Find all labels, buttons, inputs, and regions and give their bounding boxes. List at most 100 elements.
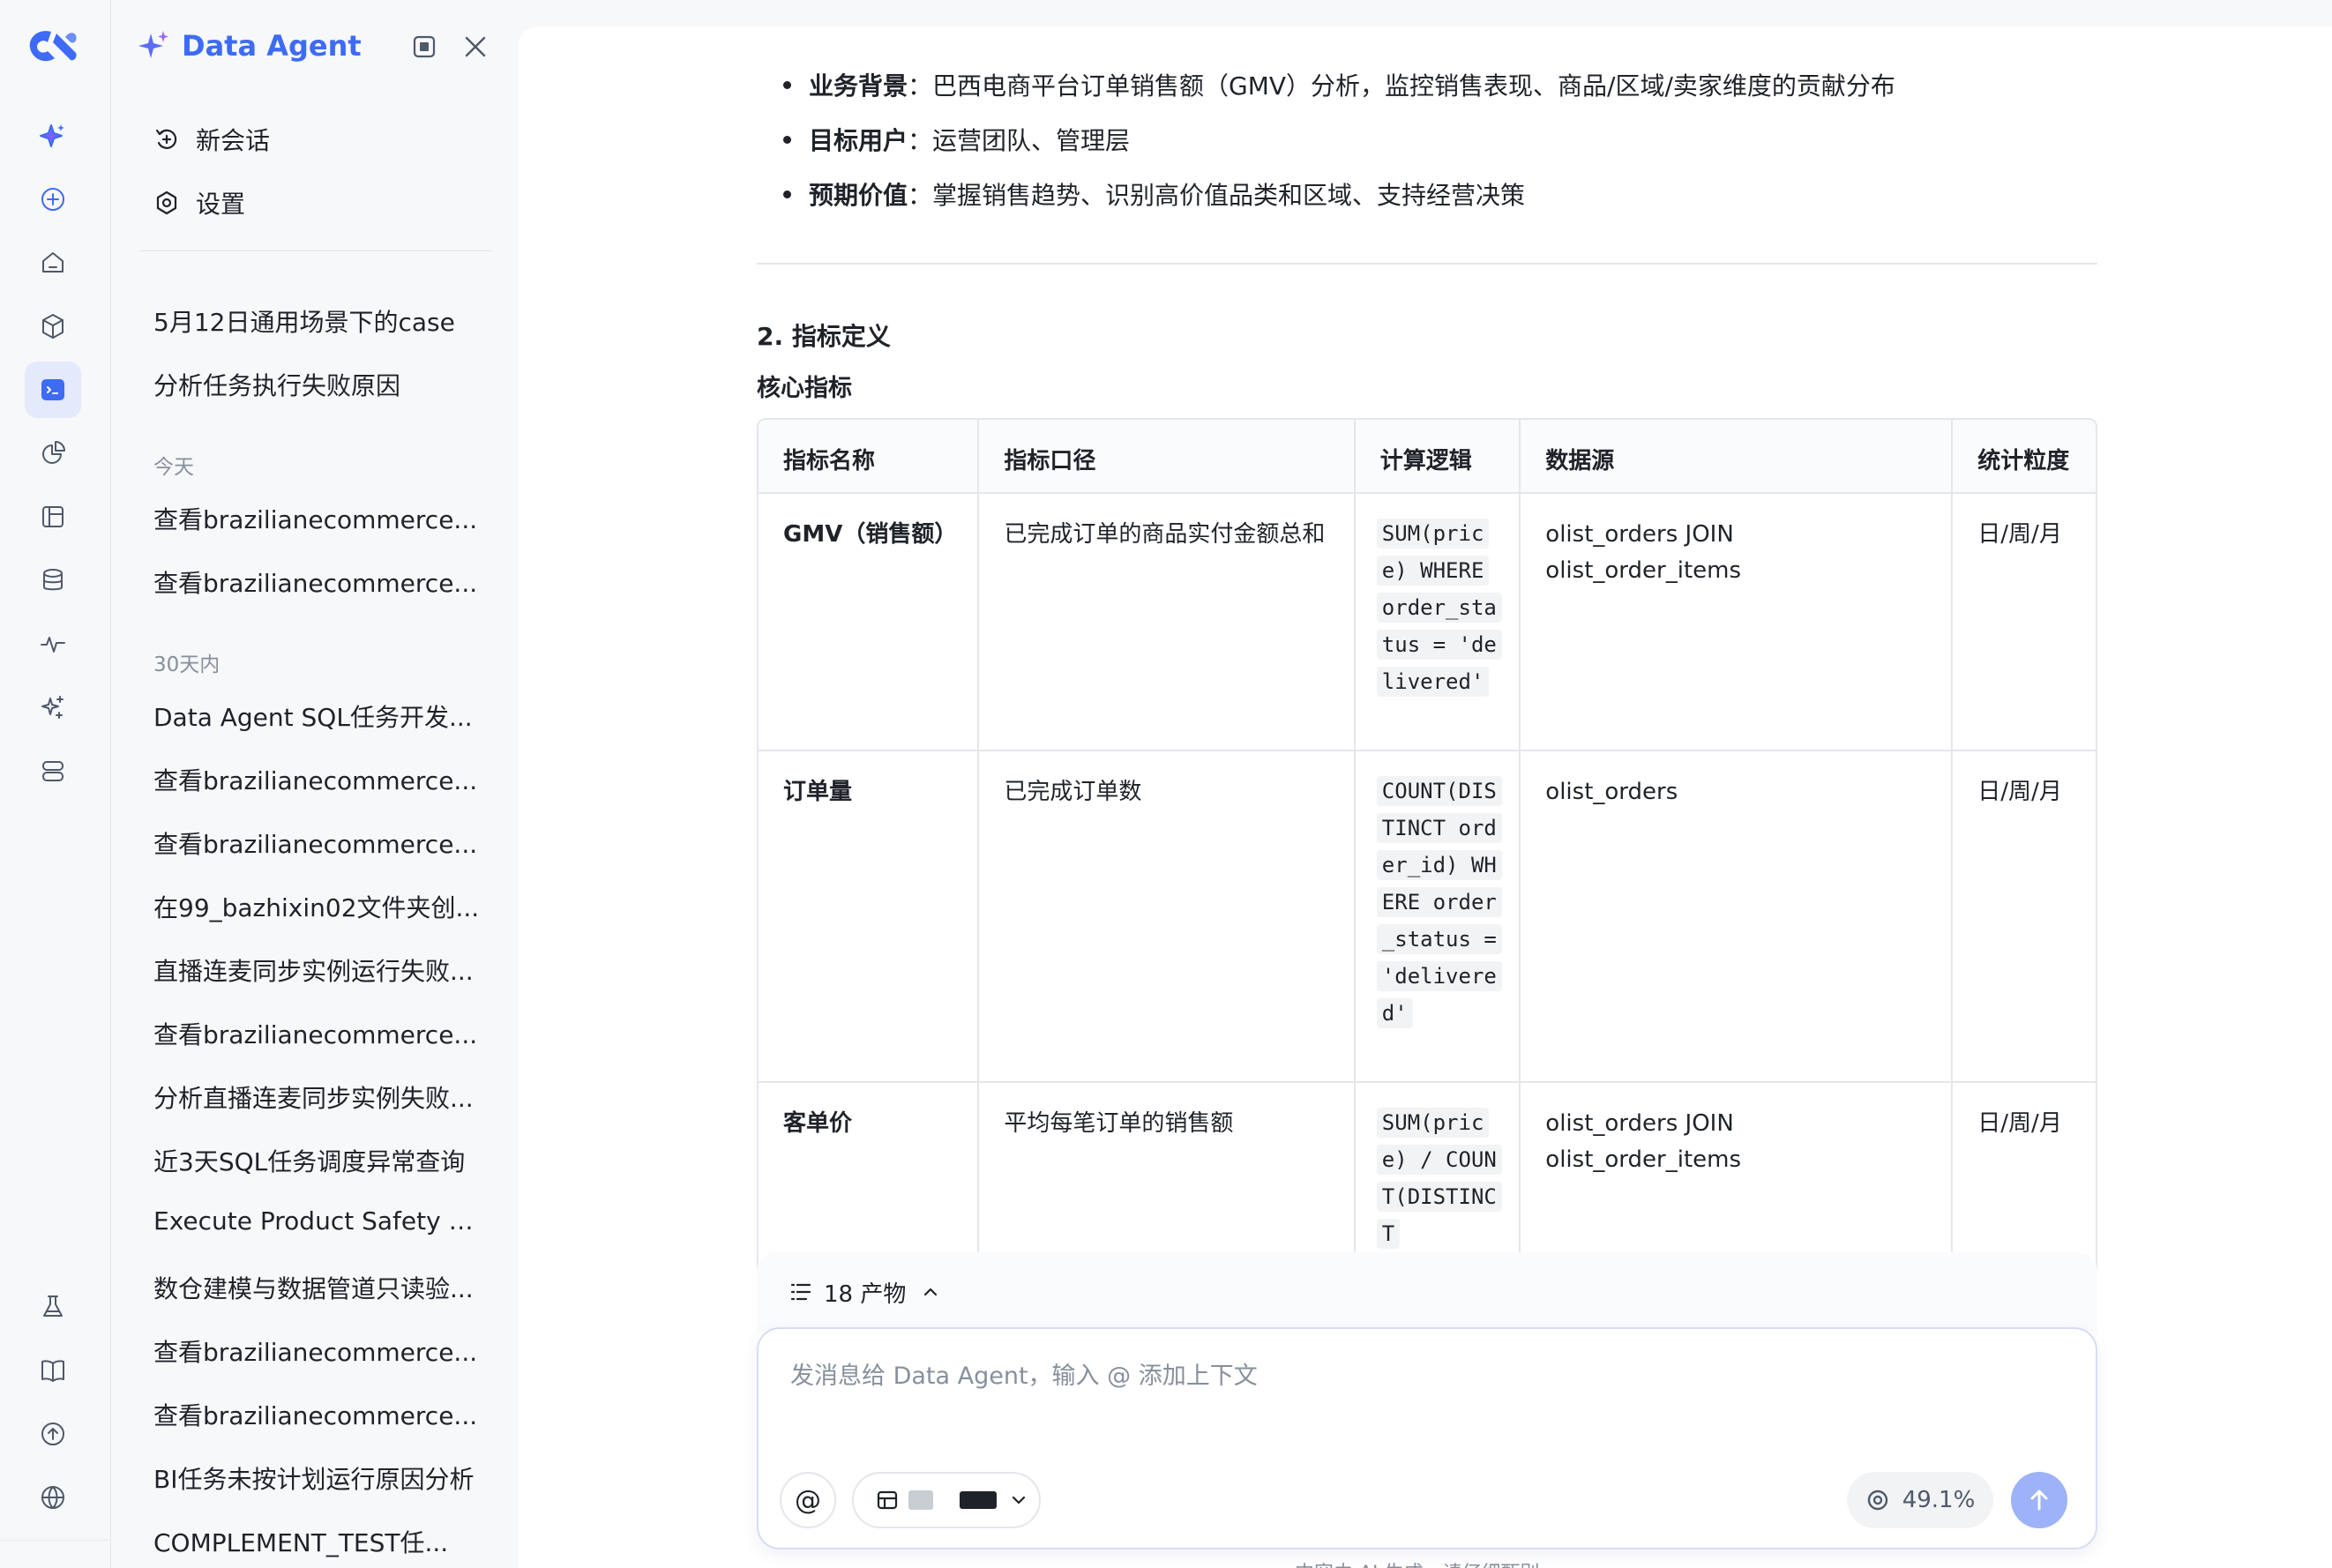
subsection-title: 核心指标 (757, 375, 852, 402)
icon-rail (0, 0, 111, 1568)
history-group-label: 今天 (153, 456, 194, 479)
metric-name: 订单量 (759, 751, 980, 1083)
metric-logic-cell: COUNT(DISTINCT order_id) WHERE order_sta… (1355, 751, 1521, 1083)
book-open-icon[interactable] (25, 489, 81, 545)
table-row: 订单量 已完成订单数 COUNT(DISTINCT order_id) WHER… (759, 751, 2096, 1083)
magic-sparkle-icon[interactable] (25, 679, 81, 735)
bullet-text: ：巴西电商平台订单销售额（GMV）分析，监控销售表现、商品/区域/卖家维度的贡献… (908, 71, 1895, 101)
new-chat-label: 新会话 (196, 126, 271, 155)
metric-logic-code: SUM(price) / COUNT(DISTINCT (1376, 1108, 1502, 1249)
table-header-row: 指标名称 指标口径 计算逻辑 数据源 统计粒度 (759, 420, 2096, 494)
history-item[interactable]: Data Agent SQL任务开发... (153, 698, 482, 734)
column-header: 指标名称 (759, 420, 980, 494)
section-title: 2. 指标定义 (757, 322, 891, 351)
history-group-label: 30天内 (153, 653, 220, 676)
history-item[interactable]: 5月12日通用场景下的case (153, 303, 482, 339)
history-item[interactable]: COMPLEMENT_TEST任... (153, 1524, 482, 1559)
app-logo-icon[interactable] (25, 23, 81, 72)
metric-logic-cell: SUM(price) WHERE order_status = 'deliver… (1355, 494, 1521, 751)
table-mode-icon (877, 1490, 898, 1510)
history-sidebar: Data Agent 新会话 设置 5月12日通用场景下的case 分析任务执行… (111, 0, 519, 1568)
metric-granularity: 日/周/月 (1953, 494, 2096, 751)
bullet-dot (783, 80, 791, 89)
mode-preview-block (908, 1490, 933, 1510)
home-icon[interactable] (25, 235, 81, 291)
column-header: 指标口径 (979, 420, 1356, 494)
bullet-label: 预期价值 (809, 181, 908, 210)
mode-selector[interactable] (852, 1472, 1041, 1528)
history-item[interactable]: 数仓建模与数据管道只读验... (153, 1270, 482, 1305)
history-item[interactable]: 在99_bazhixin02文件夹创... (153, 889, 482, 924)
arrow-up-icon (2030, 1490, 2048, 1511)
bullet-item: 业务背景 ：巴西电商平台订单销售额（GMV）分析，监控销售表现、商品/区域/卖家… (757, 67, 1895, 102)
chevron-up-icon (924, 1288, 938, 1296)
list-icon (790, 1283, 811, 1301)
book-icon[interactable] (25, 1342, 81, 1399)
history-item[interactable]: 查看brazilianecommerce... (153, 762, 482, 797)
new-chat-button[interactable]: 新会话 (153, 122, 270, 157)
metric-definition: 已完成订单数 (979, 751, 1356, 1083)
server-icon[interactable] (25, 743, 81, 799)
settings-icon (156, 190, 177, 215)
activity-icon[interactable] (25, 616, 81, 672)
history-item[interactable]: 查看brazilianecommerce... (153, 1333, 482, 1369)
agent-title: Data Agent (136, 28, 362, 63)
context-usage-value: 49.1% (1902, 1487, 1976, 1513)
settings-label: 设置 (196, 190, 246, 219)
metric-logic-code: SUM(price) WHERE order_status = 'deliver… (1376, 519, 1502, 697)
settings-button[interactable]: 设置 (153, 185, 245, 220)
metric-source: olist_orders (1521, 751, 1954, 1083)
history-item[interactable]: 分析直播连麦同步实例失败... (153, 1079, 482, 1115)
sparkle-icon[interactable] (25, 108, 81, 164)
mode-preview-block (960, 1491, 997, 1509)
context-usage-badge[interactable]: 49.1% (1847, 1472, 1993, 1528)
history-item[interactable]: 直播连麦同步实例运行失败... (153, 952, 482, 988)
history-item[interactable]: 分析任务执行失败原因 (153, 367, 482, 402)
history-item[interactable]: 查看brazilianecommerce... (153, 1397, 482, 1432)
agent-sparkle-icon (138, 31, 168, 58)
context-gauge-icon (1867, 1490, 1887, 1511)
sidebar-toggle-icon[interactable] (411, 34, 437, 60)
bullet-item: 预期价值 ：掌握销售趋势、识别高价值品类和区域、支持经营决策 (757, 176, 1525, 212)
metric-definition: 已完成订单的商品实付金额总和 (979, 494, 1356, 751)
ai-disclaimer: 内容由 AI 生成，请仔细甄别 (1295, 1557, 1540, 1568)
bullet-label: 业务背景 (809, 71, 908, 101)
column-header: 数据源 (1521, 420, 1954, 494)
bullet-item: 目标用户 ：运营团队、管理层 (757, 122, 1130, 157)
bullet-text: ：掌握销售趋势、识别高价值品类和区域、支持经营决策 (908, 181, 1526, 210)
cube-icon[interactable] (25, 298, 81, 355)
bullet-dot (783, 190, 791, 198)
history-item[interactable]: 查看brazilianecommerce... (153, 825, 482, 861)
chart-pie-icon[interactable] (25, 425, 81, 482)
history-item[interactable]: 查看brazilianecommerce... (153, 1016, 482, 1051)
history-item[interactable]: BI任务未按计划运行原因分析 (153, 1460, 482, 1496)
artifacts-label: 18 产物 (824, 1281, 907, 1308)
artifacts-toggle[interactable]: 18 产物 (757, 1252, 2097, 1332)
globe-icon[interactable] (25, 1469, 81, 1526)
database-icon[interactable] (25, 552, 81, 609)
terminal-icon[interactable] (25, 362, 81, 418)
new-chat-icon (155, 129, 177, 149)
sidebar-divider (139, 250, 492, 251)
send-button[interactable] (2011, 1472, 2067, 1528)
history-item[interactable]: 查看brazilianecommerce... (153, 564, 482, 600)
mention-button[interactable]: @ (780, 1472, 836, 1528)
upload-circle-icon[interactable] (25, 1406, 81, 1462)
rail-divider (0, 1540, 111, 1541)
flask-icon[interactable] (25, 1279, 81, 1335)
column-header: 统计粒度 (1953, 420, 2096, 494)
history-item[interactable]: 查看brazilianecommerce... (153, 501, 482, 536)
message-input[interactable] (790, 1345, 2060, 1407)
close-icon[interactable] (462, 34, 489, 60)
history-item[interactable]: 近3天SQL任务调度异常查询 (153, 1143, 482, 1178)
message-composer: @ 49.1% (757, 1327, 2097, 1549)
bullet-text: ：运营团队、管理层 (908, 126, 1131, 155)
metric-granularity: 日/周/月 (1953, 751, 2096, 1083)
agent-title-text: Data Agent (182, 29, 362, 63)
plus-circle-icon[interactable] (25, 171, 81, 228)
column-header: 计算逻辑 (1355, 420, 1521, 494)
metric-name: GMV（销售额） (759, 494, 980, 751)
history-item[interactable]: Execute Product Safety B... (153, 1206, 482, 1236)
metric-logic-code: COUNT(DISTINCT order_id) WHERE order_sta… (1376, 776, 1502, 1028)
chevron-down-icon (1012, 1496, 1026, 1505)
